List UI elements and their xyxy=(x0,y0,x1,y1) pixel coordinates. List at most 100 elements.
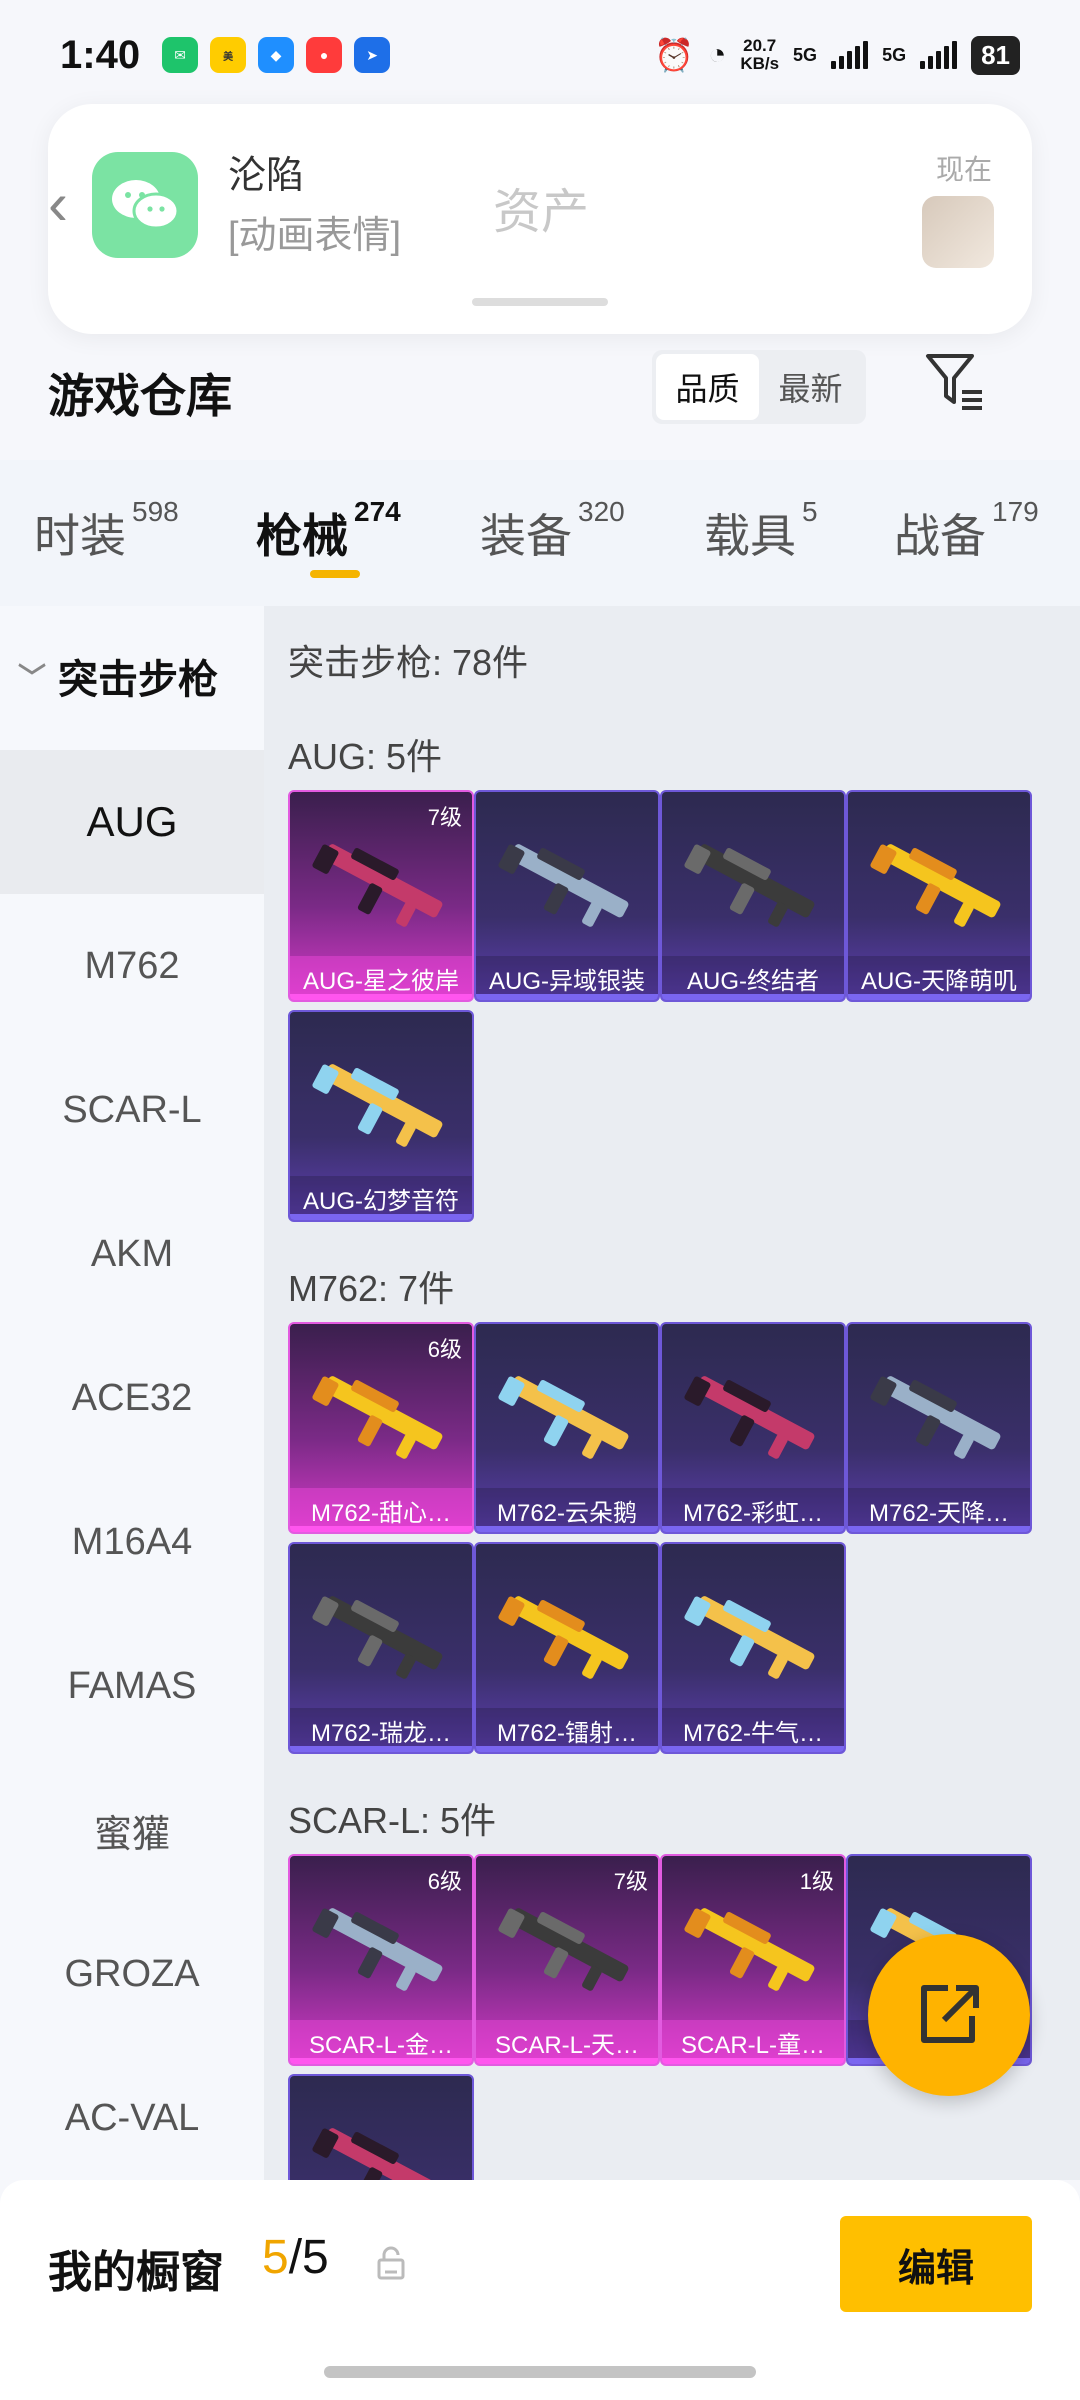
rarity-bar xyxy=(476,2058,658,2064)
edit-button[interactable]: 编辑 xyxy=(840,2216,1032,2312)
category-summary: 突击步枪: 78件 xyxy=(288,642,529,683)
category-tabs: 时装 598 枪械 274 装备 320 载具 5 战备 179 xyxy=(0,460,1080,606)
tab-equipment[interactable]: 装备 320 xyxy=(480,496,625,566)
sidebar-item-ace32[interactable]: ACE32 xyxy=(0,1326,264,1470)
tab-fashion[interactable]: 时装 598 xyxy=(34,496,179,566)
showcase-total: /5 xyxy=(288,2231,329,2284)
skin-level-badge: 7级 xyxy=(427,805,462,830)
weapon-skin-tile[interactable]: 7级 SCAR-L-天… xyxy=(474,1854,660,2066)
weapon-type-sidebar: ﹀ 突击步枪 AUG M762 SCAR-L AKM ACE32 M16A4 F… xyxy=(0,606,264,2180)
rifle-icon xyxy=(498,1376,629,1459)
notification-drag-handle[interactable] xyxy=(472,298,608,306)
active-tab-indicator xyxy=(310,570,360,578)
rifle-icon xyxy=(312,1064,443,1147)
weapon-skin-tile[interactable]: AUG-幻梦音符 xyxy=(288,1010,474,1222)
lock-icon xyxy=(377,2246,405,2280)
sidebar-item-scar-l[interactable]: SCAR-L xyxy=(0,1038,264,1182)
notification-title: 沦陷 xyxy=(228,155,305,197)
tab-vehicles[interactable]: 载具 5 xyxy=(704,496,818,566)
sidebar-item-ac-val[interactable]: AC-VAL xyxy=(0,2046,264,2190)
battery-level: 81 xyxy=(971,35,1020,75)
rifle-icon xyxy=(498,1908,629,1991)
rarity-bar xyxy=(476,1746,658,1752)
sidebar-item-akm[interactable]: AKM xyxy=(0,1182,264,1326)
notification-message: [动画表情] xyxy=(228,215,402,257)
rifle-icon xyxy=(498,844,629,927)
chevron-left-icon[interactable]: ‹ xyxy=(48,164,88,244)
tab-supplies[interactable]: 战备 179 xyxy=(894,496,1039,566)
rifle-icon xyxy=(312,1908,443,1991)
weapon-skin-tile[interactable]: M762-云朵鹅 xyxy=(474,1322,660,1534)
sidebar-item-famas[interactable]: FAMAS xyxy=(0,1614,264,1758)
weapon-skin-tile[interactable]: M762-牛气… xyxy=(660,1542,846,1754)
sidebar-item-m762[interactable]: M762 xyxy=(0,894,264,1038)
weapon-skin-tile[interactable]: AUG-异域银装 xyxy=(474,790,660,1002)
weapon-skin-tile[interactable]: M762-天降… xyxy=(846,1322,1032,1534)
rarity-bar xyxy=(290,2058,472,2064)
rarity-bar xyxy=(662,1526,844,1532)
rifle-icon xyxy=(684,1376,815,1459)
rifle-icon xyxy=(684,1596,815,1679)
filter-icon[interactable] xyxy=(922,348,986,412)
wechat-icon: ✉ xyxy=(162,37,199,73)
tab-firearms[interactable]: 枪械 274 xyxy=(256,496,401,566)
weapon-skin-tile[interactable]: 6级 M762-甜心… xyxy=(288,1322,474,1534)
network-type-2: 5G xyxy=(882,44,907,65)
rarity-bar xyxy=(848,994,1030,1000)
weapon-skin-tile[interactable]: 1级 SCAR-L-童… xyxy=(660,1854,846,2066)
tab-label: 时装 xyxy=(34,510,126,562)
rarity-bar xyxy=(290,1214,472,1220)
sort-toggle: 品质 最新 xyxy=(652,350,866,424)
weapon-skin-tile[interactable]: M762-彩虹… xyxy=(660,1322,846,1534)
notification-card[interactable]: ‹ 沦陷 [动画表情] 资产 现在 xyxy=(48,104,1032,334)
sort-newest-button[interactable]: 最新 xyxy=(759,354,862,420)
signal-icon xyxy=(831,41,869,69)
speedometer-icon: ◔ xyxy=(708,38,727,71)
sort-quality-button[interactable]: 品质 xyxy=(656,354,759,420)
wechat-app-icon xyxy=(92,152,198,258)
weapon-skin-tile[interactable]: AUG-天降萌叽 xyxy=(846,790,1032,1002)
tab-label: 战备 xyxy=(894,510,986,562)
tab-count: 5 xyxy=(802,496,818,527)
rifle-icon xyxy=(684,1908,815,1991)
section-title-scar-l: SCAR-L: 5件 xyxy=(288,1800,497,1841)
rifle-icon xyxy=(312,1376,443,1459)
rarity-bar xyxy=(290,1746,472,1752)
section-title-aug: AUG: 5件 xyxy=(288,736,443,777)
notification-time: 现在 xyxy=(935,154,992,185)
rarity-bar xyxy=(290,994,472,1000)
skin-level-badge: 6级 xyxy=(427,1337,462,1362)
skin-level-badge: 7级 xyxy=(613,1869,648,1894)
rifle-icon xyxy=(312,1596,443,1679)
rarity-bar xyxy=(662,1746,844,1752)
app-icon: ● xyxy=(306,37,343,73)
section-title-m762: M762: 7件 xyxy=(288,1268,455,1309)
home-indicator[interactable] xyxy=(324,2366,756,2378)
tab-label: 枪械 xyxy=(256,510,348,562)
sidebar-item-groza[interactable]: GROZA xyxy=(0,1902,264,2046)
sidebar-group-label: 突击步枪 xyxy=(58,658,219,702)
share-button[interactable] xyxy=(868,1934,1030,2096)
weapon-skin-tile[interactable] xyxy=(288,2074,474,2180)
rifle-icon xyxy=(684,844,815,927)
sidebar-group-assault-rifles[interactable]: ﹀ 突击步枪 xyxy=(0,606,264,746)
rifle-icon xyxy=(870,844,1001,927)
meituan-icon: 美 xyxy=(210,37,247,73)
alarm-icon: ⏰ xyxy=(654,37,695,73)
weapon-skin-tile[interactable]: 6级 SCAR-L-金… xyxy=(288,1854,474,2066)
weapon-skin-tile[interactable]: AUG-终结者 xyxy=(660,790,846,1002)
rifle-icon xyxy=(870,1376,1001,1459)
network-speed-value: 20.7 xyxy=(743,36,777,55)
avatar xyxy=(922,196,994,268)
weapon-skin-tile[interactable]: M762-镭射… xyxy=(474,1542,660,1754)
sidebar-item-honey-badger[interactable]: 蜜獾 xyxy=(0,1758,264,1902)
status-app-icons: ✉ 美 ◆ ● ➤ xyxy=(162,37,391,73)
rifle-icon xyxy=(312,844,443,927)
page-title: 游戏仓库 xyxy=(48,370,232,422)
sidebar-item-aug[interactable]: AUG xyxy=(0,750,264,894)
rarity-bar xyxy=(476,1526,658,1532)
weapon-skin-tile[interactable]: M762-瑞龙… xyxy=(288,1542,474,1754)
messenger-icon: ➤ xyxy=(354,37,391,73)
sidebar-item-m16a4[interactable]: M16A4 xyxy=(0,1470,264,1614)
weapon-skin-tile[interactable]: 7级 AUG-星之彼岸 xyxy=(288,790,474,1002)
